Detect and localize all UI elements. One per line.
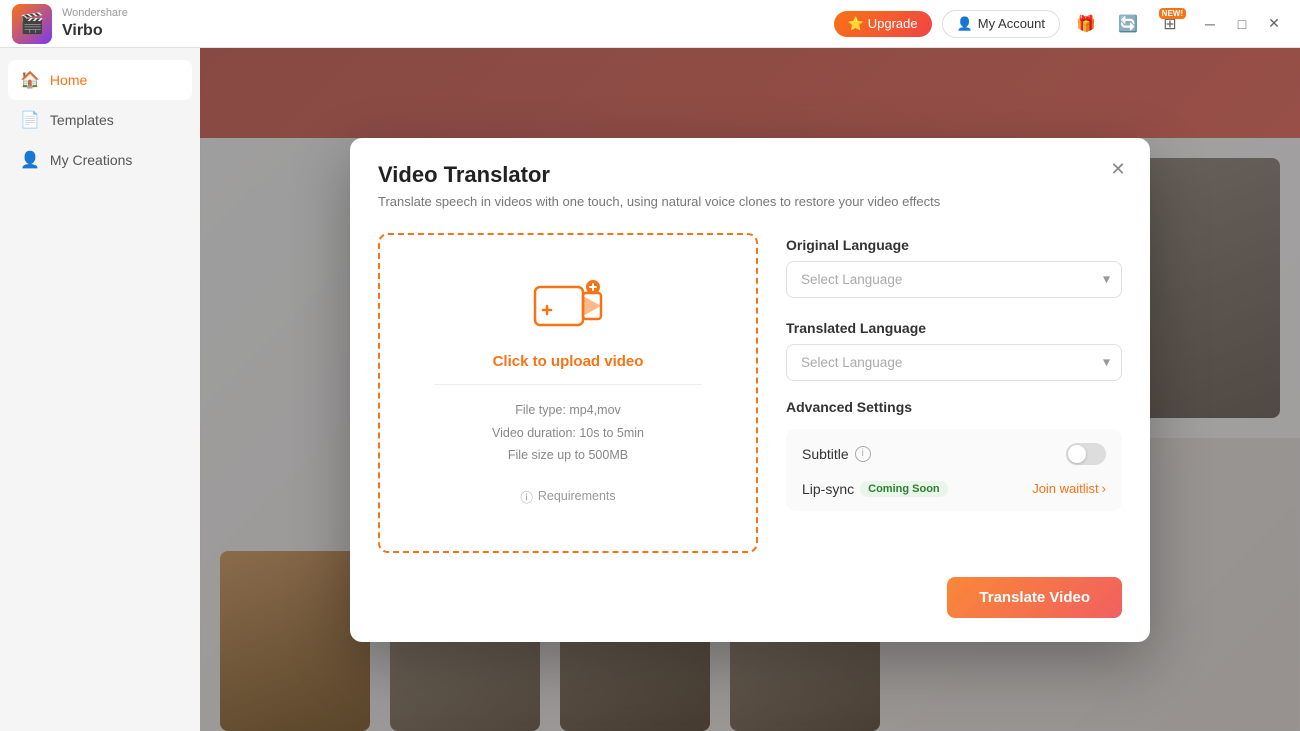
advanced-settings-box: Subtitle i Lip-sync: [786, 429, 1122, 511]
duration-info: Video duration: 10s to 5min: [492, 422, 644, 445]
translate-video-button[interactable]: Translate Video: [947, 577, 1122, 618]
upload-divider: [434, 384, 703, 385]
original-language-label: Original Language: [786, 237, 1122, 253]
modal-close-button[interactable]: ✕: [1104, 156, 1132, 184]
upload-area[interactable]: Click to upload video File type: mp4,mov…: [378, 233, 758, 553]
app-brand: Wondershare: [62, 7, 128, 20]
file-size-info: File size up to 500MB: [492, 444, 644, 467]
video-translator-modal: Video Translator Translate speech in vid…: [350, 138, 1150, 642]
templates-icon: 📄: [20, 110, 40, 130]
title-bar: 🎬 Wondershare Virbo ⭐ Upgrade 👤 My Accou…: [0, 0, 1300, 48]
upload-video-icon: [533, 279, 603, 339]
minimize-button[interactable]: ─: [1196, 10, 1224, 38]
app-product: Virbo: [62, 21, 128, 40]
settings-panel: Original Language Select Language ▾ Tran…: [786, 233, 1122, 553]
coming-soon-badge: Coming Soon: [860, 481, 948, 497]
sidebar-item-templates-label: Templates: [50, 112, 114, 128]
my-account-button[interactable]: 👤 My Account: [942, 10, 1060, 38]
home-icon: 🏠: [20, 70, 40, 90]
join-waitlist-link[interactable]: Join waitlist ›: [1032, 481, 1106, 496]
close-button[interactable]: ✕: [1260, 10, 1288, 38]
maximize-button[interactable]: □: [1228, 10, 1256, 38]
translated-language-select-wrapper: Select Language ▾: [786, 344, 1122, 381]
app-branding: 🎬 Wondershare Virbo: [12, 4, 128, 44]
original-language-select-wrapper: Select Language ▾: [786, 261, 1122, 298]
app-name-block: Wondershare Virbo: [62, 7, 128, 39]
requirements-label: Requirements: [538, 489, 616, 503]
upload-click-text: Click to upload video: [493, 353, 644, 370]
upgrade-button[interactable]: ⭐ Upgrade: [834, 11, 932, 37]
refresh-icon-button[interactable]: 🔄: [1112, 8, 1144, 40]
requirements-link[interactable]: ⓘ Requirements: [520, 487, 615, 506]
apps-icon-button[interactable]: NEW! ⊞: [1154, 8, 1186, 40]
modal-body: Click to upload video File type: mp4,mov…: [350, 217, 1150, 577]
subtitle-text: Subtitle: [802, 446, 849, 462]
new-badge: NEW!: [1159, 8, 1186, 19]
lipsync-row: Lip-sync Coming Soon Join waitlist ›: [802, 481, 1106, 497]
chevron-right-icon: ›: [1102, 481, 1106, 496]
sidebar-item-home-label: Home: [50, 72, 87, 88]
main-layout: 🏠 Home 📄 Templates 👤 My Creations: [0, 48, 1300, 731]
title-bar-right: ⭐ Upgrade 👤 My Account 🎁 🔄 NEW! ⊞ ─ □ ✕: [834, 8, 1288, 40]
modal-subtitle: Translate speech in videos with one touc…: [378, 194, 1122, 209]
sidebar-item-my-creations-label: My Creations: [50, 152, 132, 168]
sidebar-item-my-creations[interactable]: 👤 My Creations: [8, 140, 192, 180]
window-controls: ─ □ ✕: [1196, 10, 1288, 38]
upload-info: File type: mp4,mov Video duration: 10s t…: [492, 399, 644, 467]
original-language-select[interactable]: Select Language: [786, 261, 1122, 298]
file-type-info: File type: mp4,mov: [492, 399, 644, 422]
sidebar: 🏠 Home 📄 Templates 👤 My Creations: [0, 48, 200, 731]
subtitle-info-icon[interactable]: i: [855, 446, 871, 462]
subtitle-label: Subtitle i: [802, 446, 871, 462]
modal-header: Video Translator Translate speech in vid…: [350, 138, 1150, 217]
join-waitlist-text: Join waitlist: [1032, 481, 1098, 496]
toggle-knob: [1068, 445, 1086, 463]
translated-language-label: Translated Language: [786, 320, 1122, 336]
content-area: Video Translator Translate speech in vid…: [200, 48, 1300, 731]
subtitle-row: Subtitle i: [802, 443, 1106, 465]
modal-footer: Translate Video: [350, 577, 1150, 642]
sidebar-item-templates[interactable]: 📄 Templates: [8, 100, 192, 140]
subtitle-toggle[interactable]: [1066, 443, 1106, 465]
translated-language-select[interactable]: Select Language: [786, 344, 1122, 381]
modal-title: Video Translator: [378, 162, 1122, 188]
app-logo: 🎬: [12, 4, 52, 44]
sidebar-item-home[interactable]: 🏠 Home: [8, 60, 192, 100]
gift-icon-button[interactable]: 🎁: [1070, 8, 1102, 40]
my-creations-icon: 👤: [20, 150, 40, 170]
modal-backdrop: Video Translator Translate speech in vid…: [200, 48, 1300, 731]
lipsync-text: Lip-sync: [802, 481, 854, 497]
lipsync-label: Lip-sync Coming Soon: [802, 481, 948, 497]
requirements-icon: ⓘ: [520, 487, 533, 506]
advanced-settings-label: Advanced Settings: [786, 399, 1122, 415]
